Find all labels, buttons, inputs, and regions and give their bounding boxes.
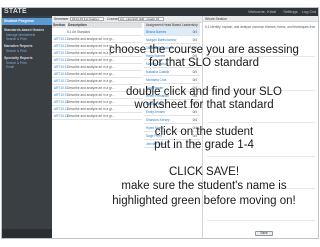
course-label: Course	[107, 17, 118, 21]
logout-link[interactable]: Log Out	[302, 9, 316, 14]
standard-description: Describe and analyze art in a gr...	[67, 37, 115, 41]
table-row[interactable]: ART10.7 Describe and analyze art in a gr.…	[52, 78, 142, 85]
divider	[207, 220, 315, 221]
table-row[interactable]: ART10.11 Describe and analyze art in a gr…	[52, 106, 142, 113]
standard-description: Describe and analyze art in a gr...	[67, 72, 115, 76]
standard-description: Describe and analyze art in a gr...	[67, 107, 115, 111]
user-greeting: Welcome, Kristi	[248, 9, 276, 14]
student-name: Morgan Bartholomew	[146, 38, 177, 42]
instruction-line: make sure the student's name is	[121, 180, 287, 192]
sidebar-footer	[2, 229, 52, 238]
instruction-line: for that SLO standard	[149, 57, 259, 69]
standard-code: ART10.6	[54, 72, 67, 76]
standard-description: Describe and analyze art in a gr...	[67, 86, 115, 90]
instruction-line: CLICK SAVE!	[168, 166, 240, 178]
instruction-line: put in the grade 1-4	[154, 139, 254, 151]
top-bar: STATE Welcome, Kristi Settings Log Out	[2, 8, 318, 16]
grading-panel-header: Whole Section	[203, 16, 318, 22]
standard-description: Describe and analyze art in a gr...	[67, 51, 115, 55]
table-row[interactable]: ART10.6 Describe and analyze art in a gr.…	[52, 71, 142, 78]
table-row[interactable]: ART10.5 Describe and analyze art in a gr.…	[52, 64, 142, 71]
standard-code: ART10.3	[54, 51, 67, 55]
standard-code: ART10.5	[54, 65, 67, 69]
selected-standard-text: 5.1 Identify, explain, and analyze commo…	[205, 25, 315, 29]
table-row[interactable]: ART10.1 Describe and analyze art in a gr.…	[52, 36, 142, 43]
sidebar-item-search-print[interactable]: Search & Print	[2, 49, 52, 53]
student-score: 0/4	[192, 30, 197, 34]
student-score: 0/4	[192, 78, 197, 82]
divider	[207, 156, 315, 157]
standard-code: ART10.8	[54, 86, 67, 90]
table-row[interactable]: 5.1 Art Standard	[52, 29, 142, 36]
standard-description: 5.1 Art Standard	[67, 30, 91, 34]
instruction-line: click on the student	[154, 126, 254, 138]
standard-code: ART10.2	[54, 44, 67, 48]
standard-description: Describe and analyze art in a gr...	[67, 44, 115, 48]
standard-code: ART10.9	[54, 93, 67, 97]
list-item[interactable]: Shandon Kersey 0/4	[144, 116, 200, 124]
table-row[interactable]: ART10.10 Describe and analyze art in a gr…	[52, 99, 142, 106]
student-name: Briana Barnes	[146, 30, 167, 34]
standard-description: Describe and analyze art in a gr...	[67, 93, 115, 97]
instruction-line: worksheet for that standard	[134, 99, 274, 111]
course-select[interactable]: Art - Heimlich Hall - Grade 10	[118, 17, 164, 21]
standard-description: Describe and analyze art in a gr...	[67, 100, 115, 104]
standard-description: Describe and analyze art in a gr...	[67, 58, 115, 62]
save-button[interactable]: Save	[255, 231, 273, 236]
sidebar: Student Progress Standards-based Grades …	[2, 16, 52, 238]
standard-description: Describe and analyze art in a gr...	[67, 65, 115, 69]
top-links: Settings Log Out	[280, 8, 316, 16]
list-item[interactable]: Michaela Cruz 0/4	[144, 76, 200, 84]
list-item[interactable]: Morgan Bartholomew 0/4	[144, 36, 200, 44]
sidebar-item-search-print[interactable]: Search & Print	[2, 37, 52, 41]
settings-link[interactable]: Settings	[283, 9, 297, 14]
standard-code: ART10.7	[54, 79, 67, 83]
student-name: Shandon Kersey	[146, 118, 170, 122]
list-item[interactable]: Briana Barnes 0/4	[144, 28, 200, 36]
sidebar-item-email[interactable]: Email	[2, 65, 52, 69]
sidebar-item-student-progress[interactable]: Student Progress	[2, 18, 52, 25]
table-row[interactable]: ART10.12 Describe and analyze art in a gr…	[52, 113, 142, 120]
standard-code: ART10.11	[54, 107, 69, 111]
student-score: 0/4	[192, 38, 197, 42]
standard-description: Describe and analyze art in a gr...	[67, 114, 115, 118]
semester-select[interactable]: 2014-15 1st Quarter	[70, 17, 104, 21]
semester-label: Semester	[54, 17, 69, 21]
standard-code: ART10.1	[54, 37, 67, 41]
student-name: Michaela Cruz	[146, 78, 167, 82]
standard-code: ART10.4	[54, 58, 67, 62]
section-column-header: Section	[52, 23, 66, 28]
table-row[interactable]: ART10.4 Describe and analyze art in a gr.…	[52, 57, 142, 64]
instruction-line: highlighted green before moving on!	[112, 195, 296, 207]
instruction-line: choose the course you are assessing	[109, 44, 299, 56]
description-column-header: Description	[67, 23, 142, 28]
instruction-line: double click and find your SLO	[126, 86, 282, 98]
brand-logo: STATE	[4, 8, 27, 15]
student-score: 0/4	[192, 118, 197, 122]
divider	[207, 122, 315, 123]
standard-description: Describe and analyze art in a gr...	[67, 79, 115, 83]
